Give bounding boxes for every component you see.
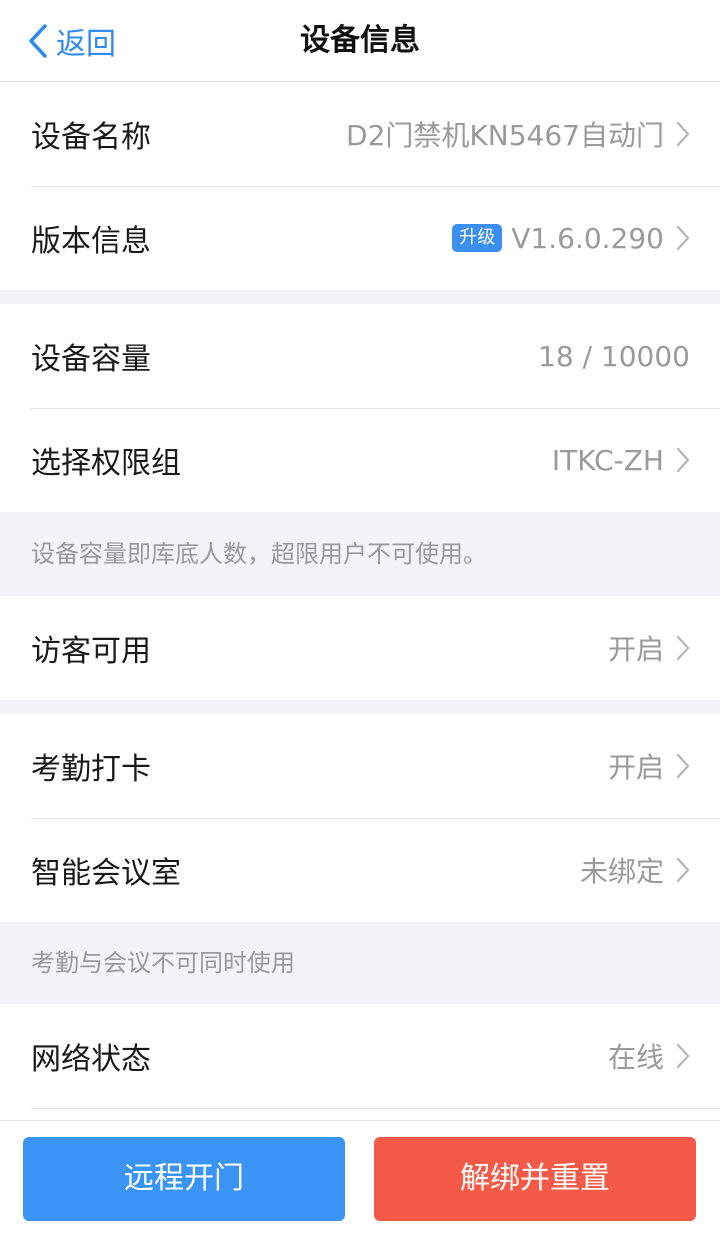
back-button[interactable]: 返回 (28, 0, 116, 82)
row-value: 在线 (607, 1041, 664, 1074)
row-right: ITKC-ZH (552, 444, 690, 477)
row-value: 未绑定 (579, 855, 664, 888)
section-basic-info: 设备名称 D2门禁机KN5467自动门 版本信息 升级 V1.6.0.290 (0, 82, 720, 290)
chevron-right-icon (676, 1043, 690, 1069)
row-value: 开启 (607, 751, 664, 784)
row-value: ITKC-ZH (551, 443, 664, 477)
remote-open-door-button[interactable]: 远程开门 (23, 1137, 345, 1221)
row-right: 开启 (608, 746, 690, 786)
chevron-right-icon (676, 857, 690, 883)
chevron-right-icon (676, 121, 690, 147)
upgrade-badge[interactable]: 升级 (452, 224, 503, 252)
row-label: 访客可用 (31, 634, 151, 669)
row-label: 考勤打卡 (31, 752, 151, 787)
chevron-left-icon (29, 24, 47, 58)
row-value: V1.6.0.290 (511, 221, 664, 255)
chevron-right-icon (676, 753, 690, 779)
section-attendance: 考勤打卡 开启 智能会议室 未绑定 (0, 714, 720, 922)
row-label: 网络状态 (31, 1042, 151, 1077)
row-right: 未绑定 (580, 850, 690, 890)
row-label: 设备容量 (31, 342, 151, 377)
capacity-note: 设备容量即库底人数，超限用户不可使用。 (0, 512, 720, 596)
row-network[interactable]: 网络状态 在线 (0, 1004, 720, 1108)
unbind-reset-button[interactable]: 解绑并重置 (374, 1137, 696, 1221)
row-right: D2门禁机KN5467自动门 (346, 114, 690, 154)
attendance-note: 考勤与会议不可同时使用 (0, 922, 720, 1004)
back-label: 返回 (56, 27, 116, 62)
section-capacity: 设备容量 18 / 10000 选择权限组 ITKC-ZH (0, 304, 720, 512)
row-value: D2门禁机KN5467自动门 (346, 119, 664, 152)
row-label: 智能会议室 (31, 856, 181, 891)
footer-action-bar: 远程开门 解绑并重置 (0, 1120, 720, 1250)
row-right: 升级 V1.6.0.290 (452, 222, 690, 255)
row-value: 开启 (607, 633, 664, 666)
row-capacity: 设备容量 18 / 10000 (0, 304, 720, 408)
row-right: 开启 (608, 628, 690, 668)
row-label: 选择权限组 (31, 446, 181, 481)
chevron-right-icon (676, 225, 690, 251)
row-version[interactable]: 版本信息 升级 V1.6.0.290 (0, 186, 720, 290)
row-label: 设备名称 (31, 120, 151, 155)
row-visitor[interactable]: 访客可用 开启 (0, 596, 720, 700)
row-meeting-room[interactable]: 智能会议室 未绑定 (0, 818, 720, 922)
row-permission-group[interactable]: 选择权限组 ITKC-ZH (0, 408, 720, 512)
section-visitor: 访客可用 开启 (0, 596, 720, 700)
row-label: 版本信息 (31, 224, 151, 259)
row-device-name[interactable]: 设备名称 D2门禁机KN5467自动门 (0, 82, 720, 186)
nav-bar: 返回 设备信息 (0, 0, 720, 82)
row-attendance[interactable]: 考勤打卡 开启 (0, 714, 720, 818)
row-right: 18 / 10000 (538, 340, 690, 373)
settings-list: 设备名称 D2门禁机KN5467自动门 版本信息 升级 V1.6.0.290 设… (0, 82, 720, 1148)
row-value: 18 / 10000 (538, 339, 690, 373)
section-gap (0, 700, 720, 714)
section-gap (0, 290, 720, 304)
chevron-right-icon (676, 447, 690, 473)
chevron-right-icon (676, 635, 690, 661)
row-right: 在线 (608, 1036, 690, 1076)
